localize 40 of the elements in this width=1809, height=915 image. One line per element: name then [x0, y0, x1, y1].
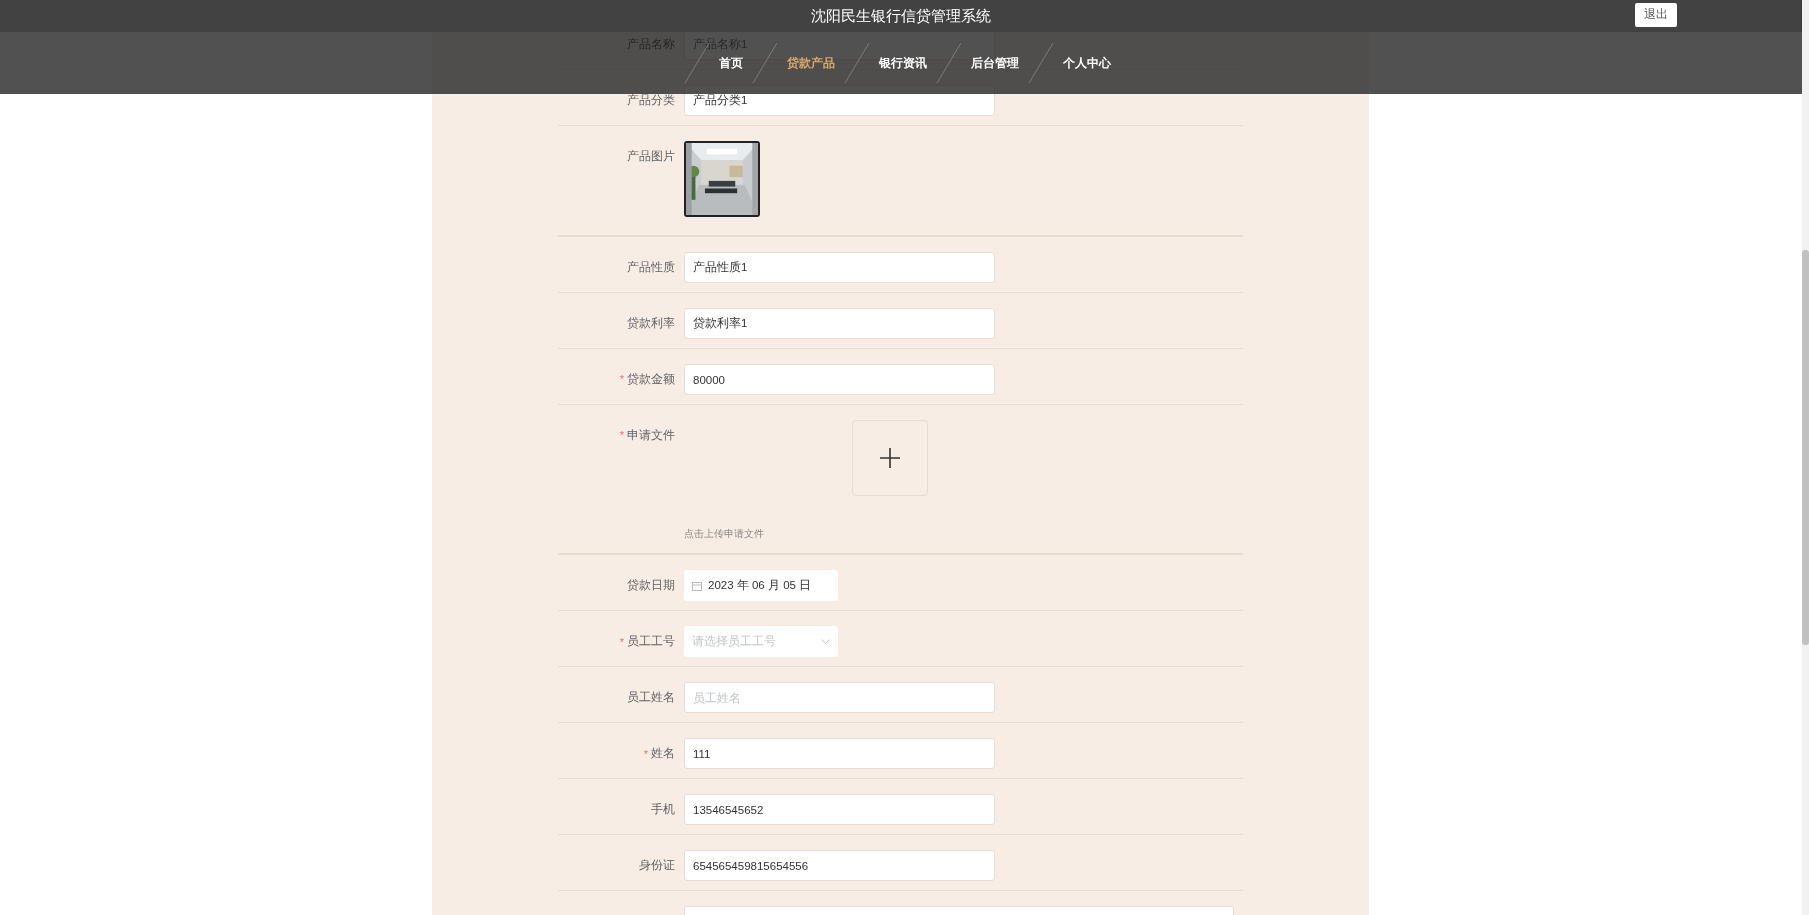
- nav-tab[interactable]: 个人中心: [1054, 54, 1120, 72]
- required-mark: *: [619, 634, 624, 650]
- field-label: 贷款利率: [627, 315, 675, 331]
- field-label: 产品分类: [627, 92, 675, 108]
- nav-tab[interactable]: 贷款产品: [778, 54, 844, 72]
- upload-button[interactable]: [852, 420, 928, 496]
- date-field[interactable]: 2023 年 06 月 05 日: [684, 570, 838, 602]
- field-label: 员工工号: [627, 634, 675, 650]
- text-field[interactable]: 654565459815654556: [684, 850, 995, 882]
- required-mark: *: [619, 428, 624, 444]
- field-label: 贷款金额: [627, 371, 675, 387]
- text-field[interactable]: 员工姓名: [684, 682, 995, 714]
- field-label: 申请文件: [627, 427, 675, 443]
- field-label: 姓名: [651, 746, 675, 762]
- text-field[interactable]: 80000: [684, 364, 995, 395]
- field-label: 产品图片: [627, 148, 675, 164]
- slash-divider-icon: [752, 43, 778, 83]
- field-label: 产品性质: [627, 259, 675, 275]
- required-mark: *: [619, 372, 624, 388]
- slash-divider-icon: [844, 43, 870, 83]
- text-field[interactable]: 13546545652: [684, 794, 995, 826]
- site-title: 沈阳民生银行信贷管理系统: [811, 5, 991, 26]
- field-label: 贷款日期: [627, 578, 675, 594]
- plus-icon: [879, 447, 901, 469]
- slash-divider-icon: [1028, 43, 1054, 83]
- field-label: 身份证: [639, 858, 675, 874]
- field-label: 手机: [651, 802, 675, 818]
- calendar-icon: [692, 580, 702, 591]
- text-field[interactable]: 111: [684, 738, 995, 770]
- nav-tab[interactable]: 银行资讯: [870, 54, 936, 72]
- required-mark: *: [643, 746, 648, 762]
- slash-divider-icon: [936, 43, 962, 83]
- nav-tab[interactable]: 后台管理: [962, 54, 1028, 72]
- logout-button[interactable]: 退出: [1635, 3, 1677, 27]
- nav-tab[interactable]: 首页: [710, 54, 752, 72]
- text-field[interactable]: 贷款利率1: [684, 308, 995, 339]
- chevron-down-icon: [821, 638, 830, 645]
- field-label: 员工姓名: [627, 690, 675, 706]
- text-field[interactable]: 产品性质1: [684, 252, 995, 283]
- upload-hint: 点击上传申请文件: [684, 527, 765, 541]
